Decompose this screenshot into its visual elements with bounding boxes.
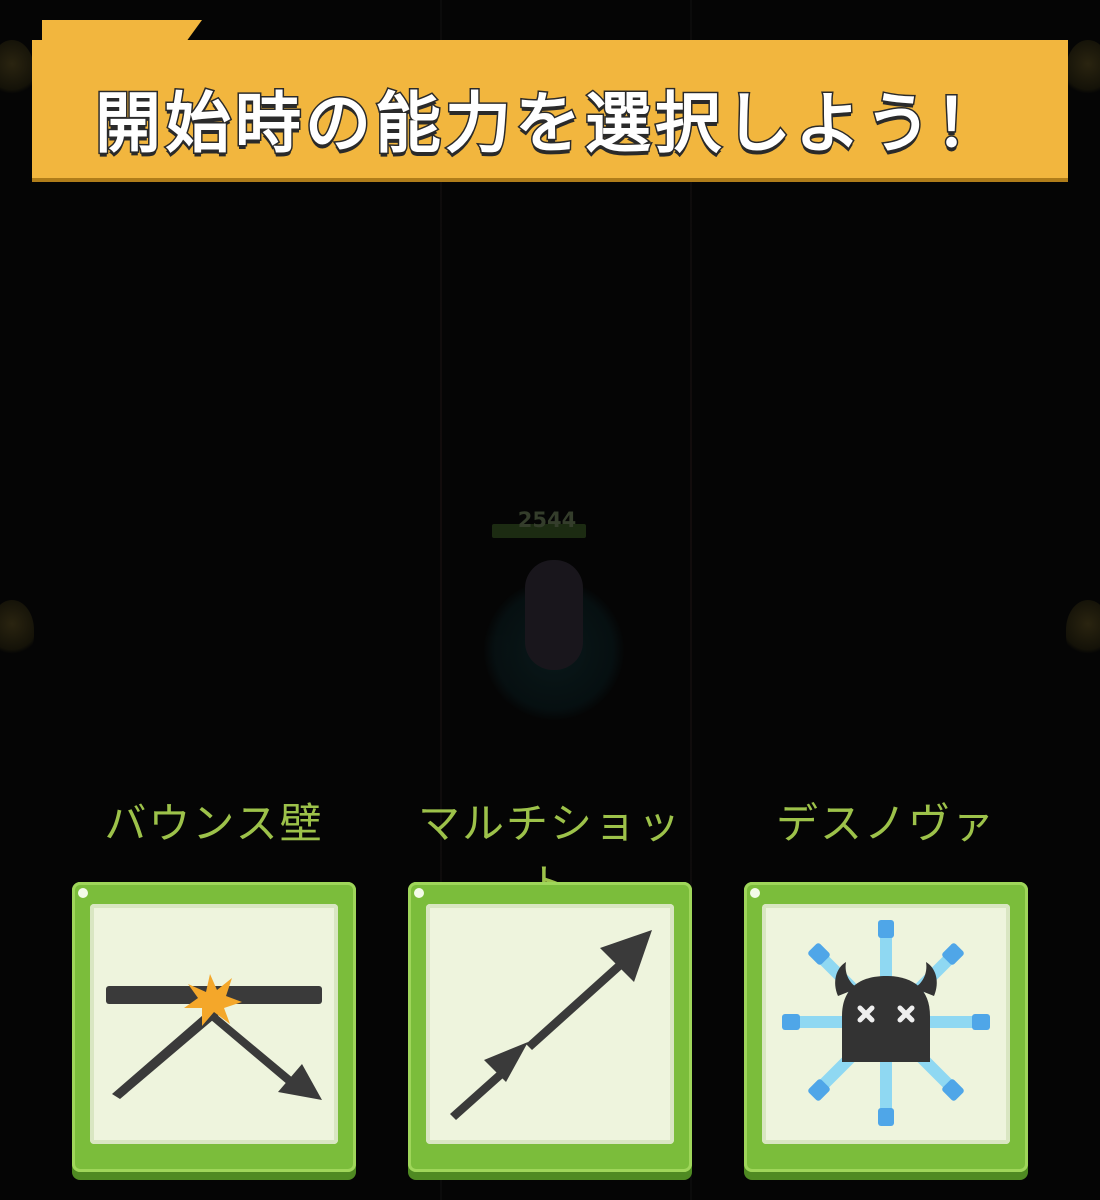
skill-card-face [90,904,338,1144]
skill-card-bounce-wall[interactable] [72,882,356,1172]
wall-lamp-left-top [0,40,34,100]
card-highlight-dot [750,888,760,898]
bounce-wall-icon [106,974,322,1100]
card-highlight-dot [78,888,88,898]
title-banner: 開始時の能力を選択しよう！ [32,40,1068,178]
skill-card-face [426,904,674,1144]
card-highlight-dot [414,888,424,898]
skill-card-death-nova[interactable] [744,882,1028,1172]
death-nova-skull-icon [782,920,990,1126]
skill-card-face [762,904,1010,1144]
enemy-hp-value: 2544 [517,508,577,532]
multishot-arrow-icon [450,930,652,1120]
wall-lamp-left [0,600,34,660]
skill-label-death-nova: デスノヴァ [775,799,996,848]
wall-lamp-right-top [1066,40,1100,100]
skill-label-bounce-wall: バウンス壁 [104,799,324,848]
enemy-body [525,560,583,670]
skill-card-multishot[interactable] [408,882,692,1172]
enemy-character: 2544 [470,500,640,750]
banner-title: 開始時の能力を選択しよう！ [94,84,1005,164]
wall-lamp-right [1066,600,1100,660]
banner-tab [42,20,202,42]
